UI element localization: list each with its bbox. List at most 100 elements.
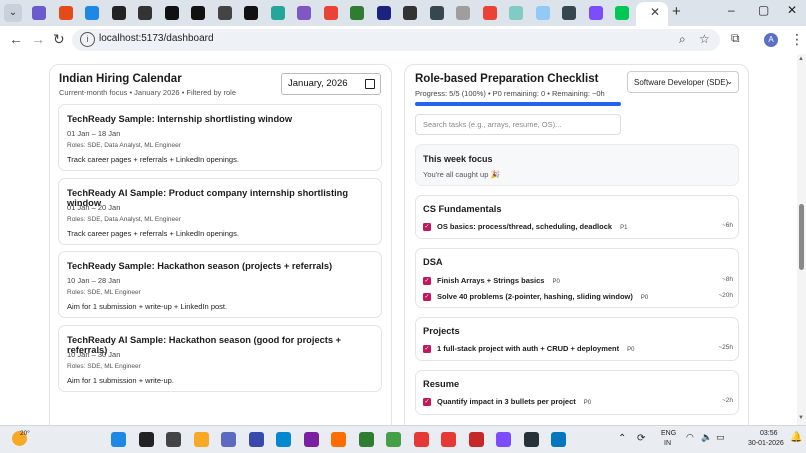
tab-favicon-icon[interactable]: [138, 6, 152, 20]
tab-favicon-icon[interactable]: [297, 6, 311, 20]
close-tab-icon[interactable]: ✕: [650, 5, 660, 19]
tab-search-chevron-icon[interactable]: ⌄: [4, 4, 22, 22]
taskbar-app-icon[interactable]: [276, 432, 291, 447]
scroll-up-arrow-icon[interactable]: ▲: [798, 56, 804, 62]
checkbox-checked-icon[interactable]: ✓: [423, 398, 431, 406]
language-line1[interactable]: ENG: [661, 430, 676, 437]
week-focus-text: You're all caught up 🎉: [423, 170, 500, 179]
taskbar-app-icon[interactable]: [303, 432, 319, 447]
tab-favicon-icon[interactable]: [588, 6, 603, 20]
tab-favicon-icon[interactable]: [429, 6, 444, 20]
tab-favicon-icon[interactable]: [164, 6, 179, 20]
clock-time[interactable]: 03:56: [760, 430, 778, 437]
new-tab-button[interactable]: +: [672, 3, 681, 20]
tab-favicon-icon[interactable]: [191, 6, 205, 20]
battery-icon[interactable]: ▭: [716, 432, 725, 443]
url-text[interactable]: localhost:5173/dashboard: [99, 33, 214, 44]
priority-badge: P0: [640, 295, 649, 301]
month-picker[interactable]: January, 2026: [281, 73, 381, 95]
page-scrollbar[interactable]: ▲ ▼: [797, 54, 806, 425]
minimize-button[interactable]: –: [728, 3, 735, 17]
clock-date[interactable]: 30-01-2026: [748, 440, 784, 447]
taskbar-app-icon[interactable]: [193, 432, 209, 447]
tab-favicon-icon[interactable]: [244, 6, 258, 20]
taskbar-app-icon[interactable]: [111, 432, 126, 447]
event-roles: Roles: SDE, Data Analyst, ML Engineer: [67, 142, 181, 149]
tab-favicon-icon[interactable]: [509, 6, 523, 20]
event-title: TechReady Sample: Internship shortlistin…: [67, 114, 293, 124]
tab-favicon-icon[interactable]: [535, 6, 550, 20]
checkbox-checked-icon[interactable]: ✓: [423, 277, 431, 285]
weather-temp[interactable]: 20°: [20, 430, 30, 437]
task-row[interactable]: ✓ Solve 40 problems (2-pointer, hashing,…: [423, 292, 733, 304]
checkbox-checked-icon[interactable]: ✓: [423, 223, 431, 231]
task-row[interactable]: ✓ OS basics: process/thread, scheduling,…: [423, 222, 733, 234]
browser-toolbar: ← → ↻ i localhost:5173/dashboard ⌕ ☆ ⧉ A…: [0, 26, 806, 54]
language-line2[interactable]: IN: [664, 440, 671, 447]
calendar-event[interactable]: TechReady AI Sample: Hackathon season (g…: [58, 325, 382, 392]
tab-favicon-icon[interactable]: [403, 6, 417, 20]
calendar-event[interactable]: TechReady AI Sample: Product company int…: [58, 178, 382, 245]
tab-favicon-icon[interactable]: [482, 6, 497, 20]
taskbar-app-icon[interactable]: [221, 432, 236, 447]
task-row[interactable]: ✓ Finish Arrays + Strings basics P0 ~8h: [423, 276, 733, 288]
taskbar-app-icon[interactable]: [358, 432, 374, 447]
tab-favicon-icon[interactable]: [32, 6, 46, 20]
tab-favicon-icon[interactable]: [456, 6, 470, 20]
tab-favicon-icon[interactable]: [217, 6, 232, 20]
back-arrow-icon[interactable]: ←: [9, 31, 23, 47]
reload-icon[interactable]: ↻: [53, 31, 65, 48]
calendar-subtitle: Current-month focus • January 2026 • Fil…: [59, 88, 237, 97]
address-bar[interactable]: i localhost:5173/dashboard ⌕ ☆: [72, 29, 720, 51]
notification-bell-icon[interactable]: 🔔: [790, 432, 802, 443]
browser-menu-icon[interactable]: ⋮: [790, 31, 804, 48]
profile-avatar[interactable]: A: [764, 33, 778, 47]
role-select[interactable]: Software Developer (SDE) ⌄: [627, 71, 739, 93]
maximize-button[interactable]: ▢: [758, 3, 769, 17]
taskbar-app-icon[interactable]: [496, 432, 511, 447]
extensions-icon[interactable]: ⧉: [731, 31, 740, 46]
zoom-icon[interactable]: ⌕: [679, 32, 686, 47]
task-search-input[interactable]: Search tasks (e.g., arrays, resume, OS).…: [415, 114, 621, 135]
task-row[interactable]: ✓ Quantify impact in 3 bullets per proje…: [423, 397, 733, 409]
task-row[interactable]: ✓ 1 full-stack project with auth + CRUD …: [423, 344, 733, 356]
taskbar-app-icon[interactable]: [441, 432, 456, 447]
taskbar-app-icon[interactable]: [413, 432, 429, 447]
taskbar-app-icon[interactable]: [331, 432, 346, 447]
bookmark-star-icon[interactable]: ☆: [699, 32, 710, 46]
tab-favicon-icon[interactable]: [85, 6, 99, 20]
tab-favicon-icon[interactable]: [111, 6, 126, 20]
event-roles: Roles: SDE, ML Engineer: [67, 363, 141, 370]
tab-favicon-icon[interactable]: [350, 6, 364, 20]
scrollbar-thumb[interactable]: [799, 204, 804, 270]
tab-favicon-icon[interactable]: [376, 6, 391, 20]
taskbar-app-icon[interactable]: [386, 432, 401, 447]
event-roles: Roles: SDE, ML Engineer: [67, 289, 141, 296]
calendar-event[interactable]: TechReady Sample: Internship shortlistin…: [58, 104, 382, 171]
taskbar-app-icon[interactable]: [551, 432, 566, 447]
tray-chevron-up-icon[interactable]: ⌃: [618, 433, 626, 444]
tab-favicon-icon[interactable]: [323, 6, 338, 20]
calendar-event[interactable]: TechReady Sample: Hackathon season (proj…: [58, 251, 382, 318]
sync-icon[interactable]: ⟳: [637, 433, 645, 444]
forward-arrow-icon[interactable]: →: [31, 31, 45, 47]
task-time: ~2h: [721, 397, 733, 404]
task-time: ~6h: [721, 222, 733, 229]
taskbar-app-icon[interactable]: [468, 432, 484, 447]
taskbar-app-icon[interactable]: [166, 432, 181, 447]
checkbox-checked-icon[interactable]: ✓: [423, 293, 431, 301]
scroll-down-arrow-icon[interactable]: ▼: [798, 415, 804, 421]
tab-favicon-icon[interactable]: [615, 6, 629, 20]
wifi-icon[interactable]: ◠: [686, 432, 694, 443]
taskbar-app-icon[interactable]: [248, 432, 264, 447]
close-window-button[interactable]: ✕: [787, 3, 797, 17]
tab-favicon-icon[interactable]: [562, 6, 576, 20]
site-info-icon[interactable]: i: [80, 32, 95, 47]
taskbar-app-icon[interactable]: [523, 432, 539, 447]
tab-favicon-icon[interactable]: [58, 6, 73, 20]
tab-favicon-icon[interactable]: [270, 6, 285, 20]
speaker-icon[interactable]: 🔈: [701, 432, 712, 443]
taskbar-app-icon[interactable]: [138, 432, 154, 447]
checkbox-checked-icon[interactable]: ✓: [423, 345, 431, 353]
calendar-icon[interactable]: [365, 79, 375, 89]
